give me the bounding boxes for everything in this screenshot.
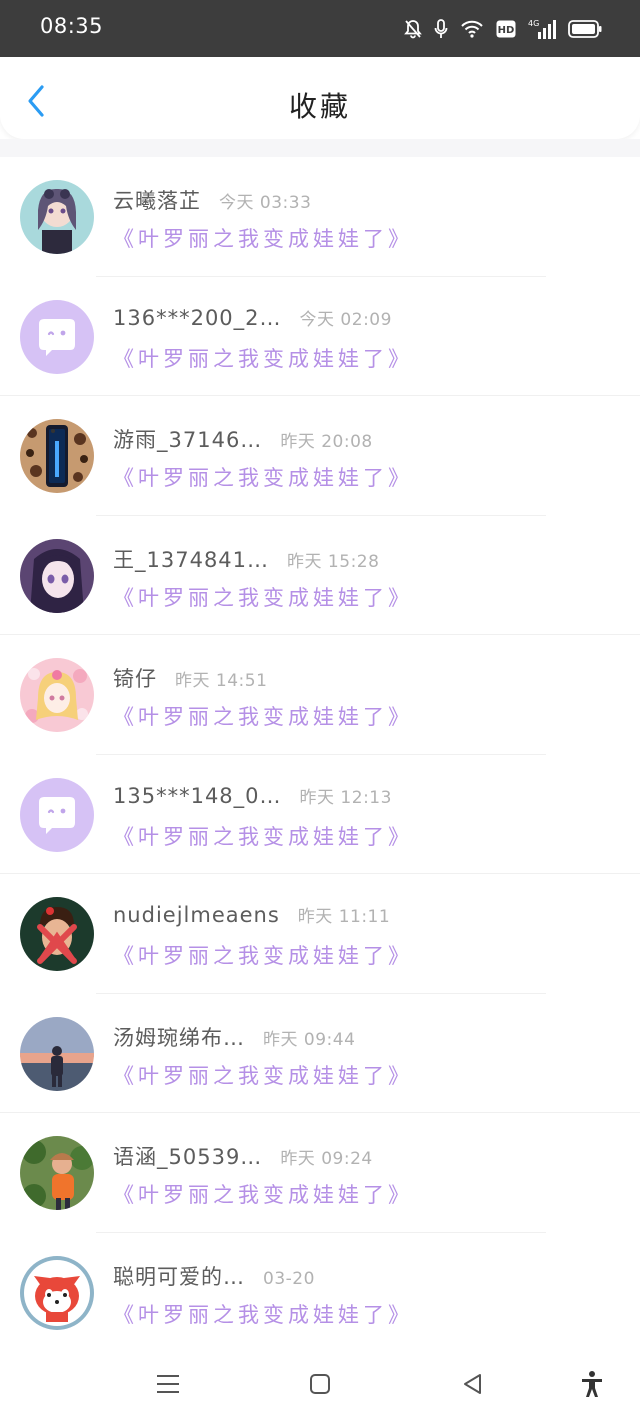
status-icons: HD 4G — [404, 16, 602, 42]
list-item[interactable]: 语涵_50539… 昨天 09:24 《叶罗丽之我变成娃娃了》 — [0, 1113, 640, 1233]
network-label: 4G — [528, 19, 539, 28]
accessibility-button[interactable] — [572, 1366, 612, 1402]
user-name: 135***148_0… — [113, 783, 282, 808]
book-title-link[interactable]: 《叶罗丽之我变成娃娃了》 — [113, 343, 413, 373]
timestamp: 今天 03:33 — [219, 193, 312, 213]
timestamp: 昨天 14:51 — [175, 671, 268, 691]
book-title-link[interactable]: 《叶罗丽之我变成娃娃了》 — [113, 1179, 413, 1209]
list-item[interactable]: 聪明可爱的… 03-20 《叶罗丽之我变成娃娃了》 — [0, 1233, 640, 1353]
book-title-link[interactable]: 《叶罗丽之我变成娃娃了》 — [113, 940, 413, 970]
book-title-link[interactable]: 《叶罗丽之我变成娃娃了》 — [113, 582, 413, 612]
user-name: 王_1374841… — [113, 547, 270, 572]
user-name: nudiejlmeaens — [113, 903, 280, 927]
accessibility-icon — [582, 1371, 602, 1397]
book-title-link[interactable]: 《叶罗丽之我变成娃娃了》 — [113, 701, 413, 731]
pink-anime-avatar[interactable] — [20, 658, 94, 732]
microphone-icon — [434, 19, 448, 39]
book-title-link[interactable]: 《叶罗丽之我变成娃娃了》 — [113, 1299, 413, 1329]
bell-off-icon — [404, 19, 422, 39]
cartoon-fox-avatar[interactable] — [20, 1255, 94, 1330]
user-name: 聪明可爱的… — [113, 1264, 245, 1289]
timestamp: 昨天 09:24 — [280, 1149, 373, 1169]
separator-band — [0, 139, 640, 157]
outdoor-child-avatar[interactable] — [20, 1136, 94, 1210]
signal-4g-icon: 4G — [528, 18, 556, 40]
user-name: 语涵_50539… — [113, 1145, 263, 1169]
wifi-icon — [460, 19, 484, 39]
battery-icon — [568, 20, 602, 38]
list-item[interactable]: 汤姆琬绨布… 昨天 09:44 《叶罗丽之我变成娃娃了》 — [0, 994, 640, 1113]
list-item[interactable]: 王_1374841… 昨天 15:28 《叶罗丽之我变成娃娃了》 — [0, 516, 640, 635]
default-chat-avatar[interactable] — [20, 299, 94, 374]
timestamp: 昨天 20:08 — [280, 432, 373, 452]
timestamp: 03-20 — [263, 1268, 315, 1289]
timestamp: 昨天 09:44 — [263, 1029, 356, 1050]
hd-label: HD — [498, 25, 515, 36]
favorites-list: 云曦落芷 今天 03:33 《叶罗丽之我变成娃娃了》 136***200_2… 今天… — [0, 157, 640, 1352]
user-name: 汤姆琬绨布… — [113, 1025, 245, 1050]
status-time: 08:35 — [40, 14, 104, 38]
list-item[interactable]: 135***148_0… 昨天 12:13 《叶罗丽之我变成娃娃了》 — [0, 755, 640, 874]
back-nav-button[interactable] — [452, 1366, 492, 1402]
default-chat-avatar[interactable] — [20, 777, 94, 852]
system-nav-bar — [0, 1346, 640, 1422]
home-button[interactable] — [300, 1366, 340, 1402]
list-item[interactable]: 云曦落芷 今天 03:33 《叶罗丽之我变成娃娃了》 — [0, 157, 640, 277]
list-item[interactable]: 游雨_37146… 昨天 20:08 《叶罗丽之我变成娃娃了》 — [0, 396, 640, 516]
user-name: 游雨_37146… — [113, 428, 263, 452]
timestamp: 昨天 11:11 — [297, 907, 391, 927]
cross-face-avatar[interactable] — [20, 897, 94, 971]
header: 收藏 — [0, 57, 640, 139]
menu-icon — [157, 1375, 179, 1393]
back-triangle-icon — [464, 1374, 481, 1394]
list-item[interactable]: 136***200_2… 今天 02:09 《叶罗丽之我变成娃娃了》 — [0, 277, 640, 396]
timestamp: 今天 02:09 — [299, 309, 392, 330]
user-name: 云曦落芷 — [113, 189, 201, 213]
book-title-link[interactable]: 《叶罗丽之我变成娃娃了》 — [113, 462, 413, 492]
hd-icon: HD — [496, 20, 516, 38]
status-bar: 08:35 HD 4G — [0, 0, 640, 57]
page-title: 收藏 — [288, 90, 351, 123]
menu-button[interactable] — [148, 1366, 188, 1402]
user-name: 136***200_2… — [113, 305, 282, 330]
timestamp: 昨天 15:28 — [287, 551, 380, 572]
anime-girl-avatar[interactable] — [20, 180, 94, 254]
purple-anime-avatar[interactable] — [20, 538, 94, 613]
home-square-icon — [310, 1374, 330, 1394]
list-item[interactable]: 锜仔 昨天 14:51 《叶罗丽之我变成娃娃了》 — [0, 635, 640, 755]
phone-leopard-avatar[interactable] — [20, 419, 94, 493]
book-title-link[interactable]: 《叶罗丽之我变成娃娃了》 — [113, 1060, 413, 1090]
sunset-person-avatar[interactable] — [20, 1016, 94, 1091]
timestamp: 昨天 12:13 — [299, 787, 392, 808]
book-title-link[interactable]: 《叶罗丽之我变成娃娃了》 — [113, 223, 413, 253]
list-item[interactable]: nudiejlmeaens 昨天 11:11 《叶罗丽之我变成娃娃了》 — [0, 874, 640, 994]
user-name: 锜仔 — [113, 667, 157, 691]
book-title-link[interactable]: 《叶罗丽之我变成娃娃了》 — [113, 821, 413, 851]
